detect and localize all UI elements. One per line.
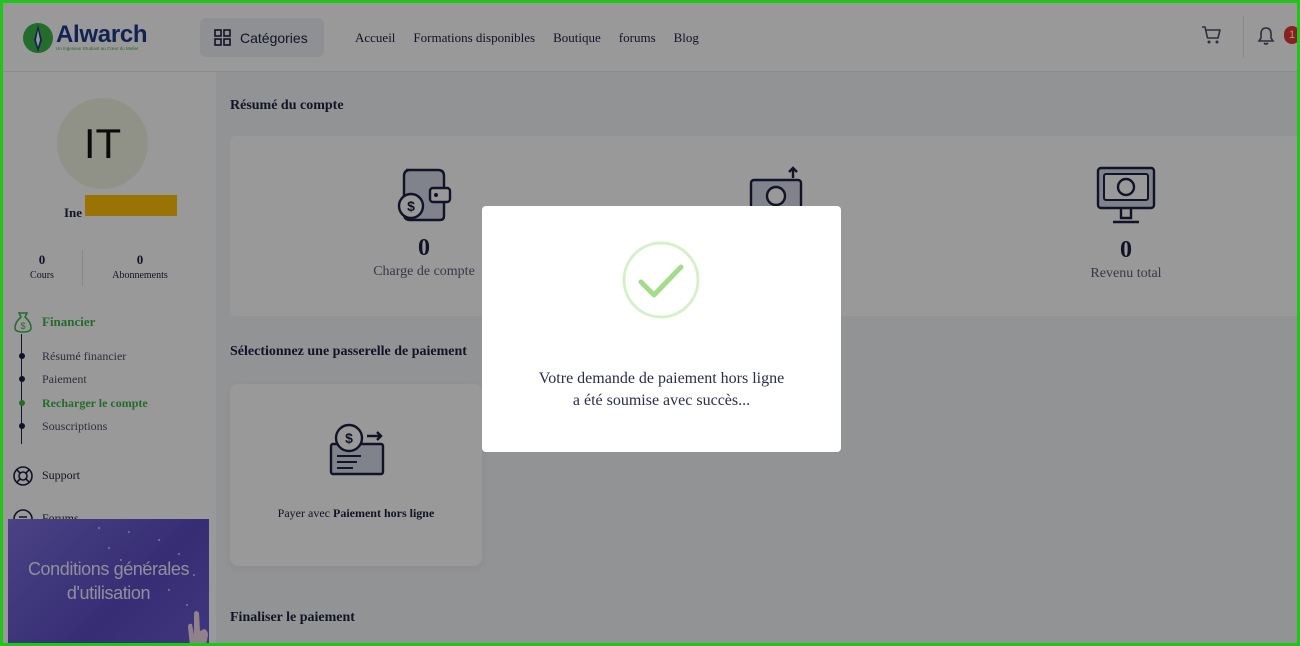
success-message: Votre demande de paiement hors ligne a é… — [482, 368, 841, 412]
success-modal: Votre demande de paiement hors ligne a é… — [482, 206, 841, 452]
success-check-icon — [622, 241, 700, 319]
success-message-line1: Votre demande de paiement hors ligne — [538, 370, 785, 387]
success-message-line2: a été soumise avec succès... — [572, 392, 751, 409]
